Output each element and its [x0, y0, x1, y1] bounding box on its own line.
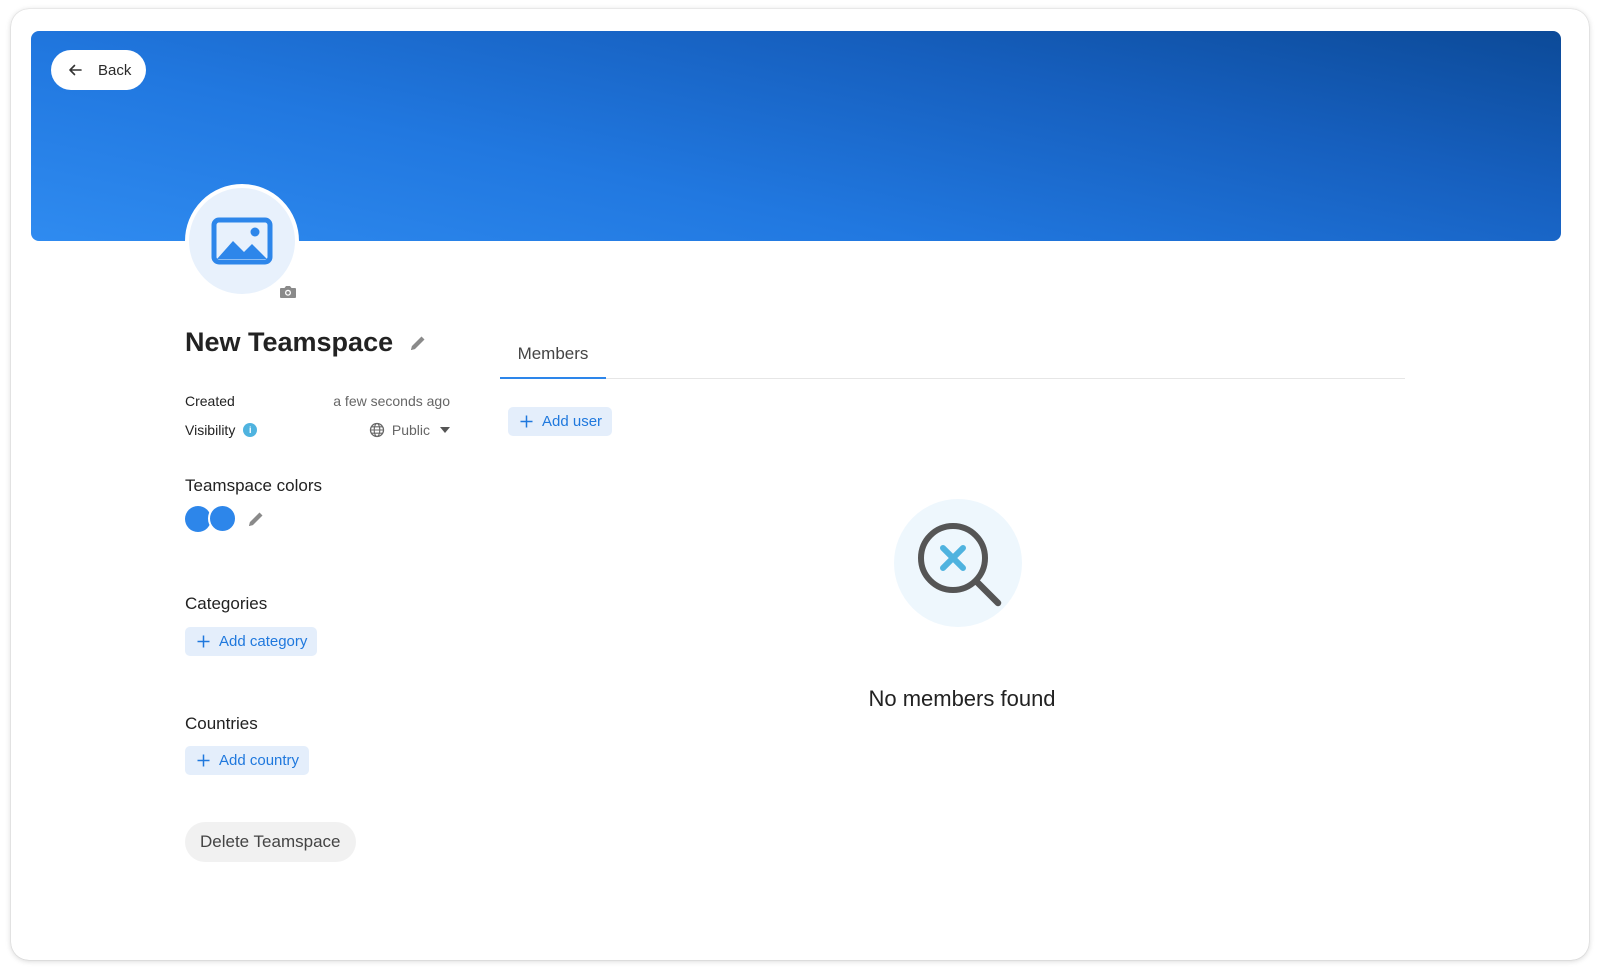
visibility-value: Public [391, 422, 430, 438]
tab-members[interactable]: Members [500, 331, 606, 379]
created-label: Created [185, 393, 235, 409]
categories-label: Categories [185, 594, 268, 613]
created-value: a few seconds ago [333, 393, 450, 409]
caret-down-icon [440, 427, 450, 433]
arrow-left-icon [69, 64, 82, 76]
add-user-button[interactable]: Add user [508, 407, 613, 436]
visibility-row: Visibility i Public [185, 422, 450, 438]
color-swatch-secondary[interactable] [208, 504, 237, 533]
plus-icon [197, 754, 210, 767]
add-country-label: Add country [219, 752, 300, 769]
back-label: Back [98, 61, 132, 79]
pencil-icon[interactable] [247, 510, 265, 528]
search-x-icon [918, 523, 1002, 607]
plus-icon [520, 415, 533, 428]
add-user-label: Add user [542, 413, 603, 430]
teamspace-title: New Teamspace [185, 327, 427, 358]
teamspace-avatar[interactable] [185, 184, 299, 298]
back-button[interactable]: Back [51, 50, 146, 90]
created-row: Created a few seconds ago [185, 393, 450, 409]
add-category-button[interactable]: Add category [185, 627, 318, 656]
tab-bar: Members [500, 331, 1405, 379]
camera-icon[interactable] [279, 284, 297, 300]
add-country-button[interactable]: Add country [185, 746, 310, 775]
visibility-label: Visibility [185, 422, 236, 438]
visibility-select[interactable]: Public [369, 422, 450, 438]
teamspace-colors-label: Teamspace colors [185, 476, 323, 495]
delete-teamspace-button[interactable]: Delete Teamspace [185, 822, 356, 862]
globe-icon [369, 422, 385, 438]
add-category-label: Add category [219, 633, 308, 650]
image-placeholder-icon [211, 217, 273, 265]
teamspace-page: Back New Teamspace Created a few seconds… [11, 9, 1589, 960]
plus-icon [197, 635, 210, 648]
countries-label: Countries [185, 714, 258, 733]
pencil-icon[interactable] [409, 334, 427, 352]
info-icon[interactable]: i [243, 423, 258, 437]
empty-state-message: No members found [868, 686, 1056, 711]
visibility-label-group: Visibility i [185, 422, 258, 438]
teamspace-name: New Teamspace [185, 327, 394, 357]
color-swatches [185, 504, 265, 533]
